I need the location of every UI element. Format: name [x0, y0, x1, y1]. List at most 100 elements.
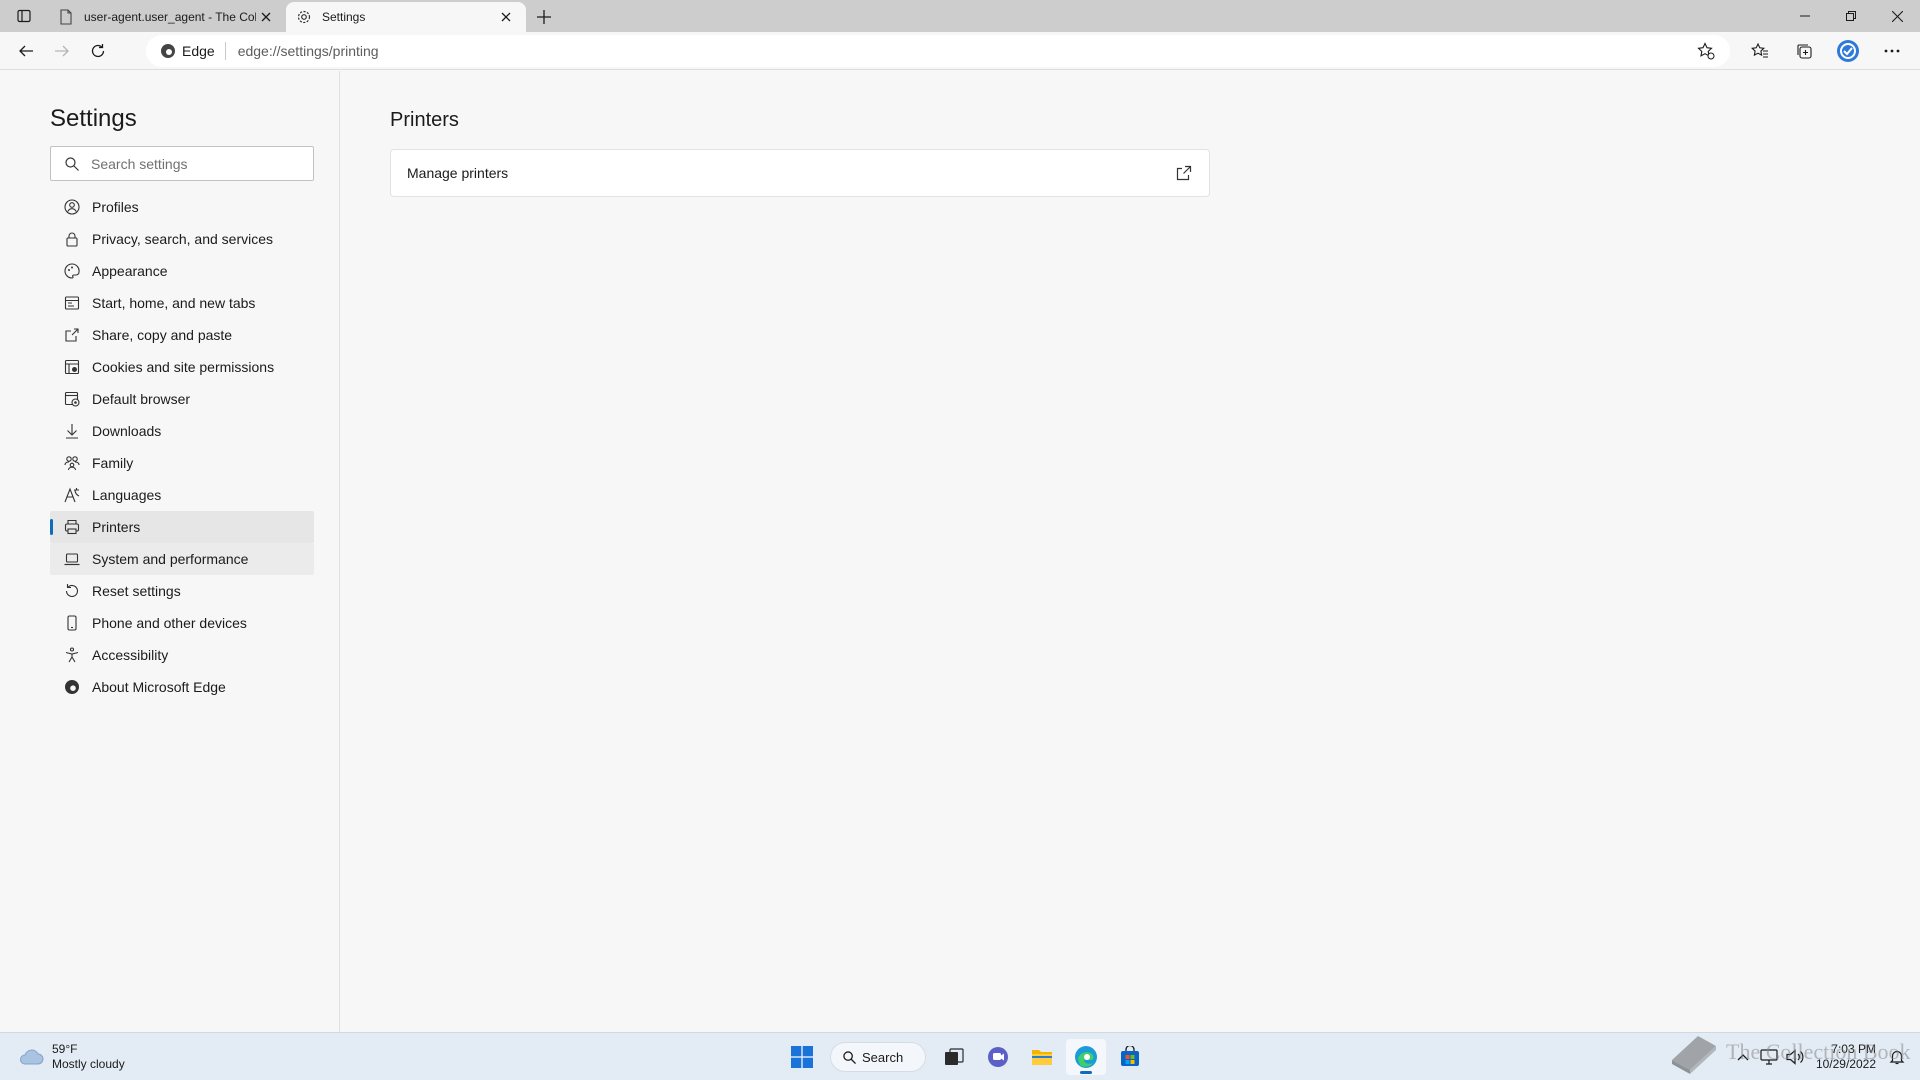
new-tab-button[interactable] — [526, 2, 562, 32]
sidebar-item-system[interactable]: System and performance — [50, 543, 314, 575]
settings-main: Printers Manage printers — [340, 71, 1920, 1032]
edge-icon — [161, 44, 175, 58]
plus-icon — [537, 10, 551, 24]
sidebar-item-about[interactable]: About Microsoft Edge — [50, 671, 314, 703]
page-title: Printers — [390, 109, 459, 131]
close-icon — [501, 12, 511, 22]
windows-taskbar: 59°F Mostly cloudy Search 7:03 PM 10/29/… — [0, 1032, 1920, 1080]
back-arrow-icon — [19, 45, 33, 56]
restore-icon — [1846, 11, 1856, 21]
collections-button[interactable] — [1786, 35, 1822, 67]
url-text[interactable]: edge://settings/printing — [226, 43, 379, 59]
forward-arrow-icon — [55, 45, 69, 56]
weather-widget[interactable]: 59°F Mostly cloudy — [18, 1042, 125, 1072]
minimize-button[interactable] — [1782, 0, 1828, 32]
sidebar-item-label: Phone and other devices — [92, 615, 247, 631]
sidebar-item-privacy[interactable]: Privacy, search, and services — [50, 223, 314, 255]
task-view-icon — [945, 1048, 964, 1065]
search-icon — [843, 1050, 856, 1064]
close-icon — [261, 12, 271, 22]
edge-taskbar-button[interactable] — [1066, 1039, 1106, 1075]
watermark: The Collection Book — [1668, 1030, 1911, 1074]
site-label: Edge — [182, 43, 215, 59]
sidebar-item-profiles[interactable]: Profiles — [50, 191, 314, 223]
sidebar-item-appearance[interactable]: Appearance — [50, 255, 314, 287]
download-icon — [64, 423, 80, 439]
sidebar-item-family[interactable]: Family — [50, 447, 314, 479]
sidebar-item-label: Cookies and site permissions — [92, 359, 275, 375]
search-input[interactable] — [91, 155, 291, 172]
tab-strip: user-agent.user_agent - The Coll Setting… — [0, 0, 1920, 32]
appearance-icon — [64, 263, 80, 279]
site-identity[interactable]: Edge — [160, 42, 226, 60]
toolbar-right — [1734, 35, 1910, 67]
search-box[interactable] — [50, 146, 314, 181]
family-icon — [64, 455, 80, 471]
tab-actions-menu-button[interactable] — [0, 0, 48, 32]
sidebar-item-accessibility[interactable]: Accessibility — [50, 639, 314, 671]
manage-printers-card[interactable]: Manage printers — [390, 149, 1210, 197]
refresh-button[interactable] — [80, 35, 116, 67]
add-favorite-button[interactable] — [1696, 41, 1716, 61]
close-tab-button[interactable] — [496, 7, 516, 27]
tab-user-agent[interactable]: user-agent.user_agent - The Coll — [48, 2, 286, 32]
address-bar[interactable]: Edge edge://settings/printing — [146, 35, 1730, 67]
sidebar-item-label: Privacy, search, and services — [92, 231, 274, 247]
cloud-icon — [20, 1049, 44, 1065]
sidebar-item-label: Reset settings — [92, 583, 181, 599]
sidebar-item-label: Printers — [92, 519, 141, 535]
sidebar-item-label: Appearance — [92, 263, 168, 279]
teams-chat-button[interactable] — [978, 1039, 1018, 1075]
profile-button[interactable] — [1830, 35, 1866, 67]
sidebar-item-phone[interactable]: Phone and other devices — [50, 607, 314, 639]
sidebar-item-languages[interactable]: Languages — [50, 479, 314, 511]
start-button[interactable] — [782, 1039, 822, 1075]
window-controls — [1782, 0, 1920, 32]
taskbar-search-button[interactable]: Search — [830, 1042, 926, 1072]
default-browser-icon — [64, 391, 80, 407]
sidebar-item-reset[interactable]: Reset settings — [50, 575, 314, 607]
settings-more-button[interactable] — [1874, 35, 1910, 67]
sidebar-item-label: Start, home, and new tabs — [92, 295, 256, 311]
edge-icon — [64, 679, 80, 695]
sidebar-item-default-browser[interactable]: Default browser — [50, 383, 314, 415]
windows-logo-icon — [791, 1046, 813, 1068]
forward-button[interactable] — [44, 35, 80, 67]
back-button[interactable] — [8, 35, 44, 67]
refresh-icon — [91, 43, 105, 57]
laptop-icon — [64, 551, 80, 567]
sidebar-item-label: Default browser — [92, 391, 191, 407]
book-icon — [1672, 1036, 1716, 1074]
profile-icon — [64, 199, 80, 215]
tab-title: user-agent.user_agent - The Coll — [84, 10, 256, 24]
search-icon — [65, 156, 79, 171]
gear-icon — [296, 9, 312, 25]
page-icon — [58, 9, 74, 25]
watermark-text: The Collection Book — [1726, 1039, 1911, 1064]
sidebar-title: Settings — [50, 105, 137, 132]
sidebar-item-start-home[interactable]: Start, home, and new tabs — [50, 287, 314, 319]
close-window-button[interactable] — [1874, 0, 1920, 32]
sidebar-item-share[interactable]: Share, copy and paste — [50, 319, 314, 351]
microsoft-store-button[interactable] — [1110, 1039, 1150, 1075]
restore-button[interactable] — [1828, 0, 1874, 32]
close-tab-button[interactable] — [256, 7, 276, 27]
printer-icon — [64, 519, 80, 535]
minimize-icon — [1800, 15, 1810, 17]
file-explorer-button[interactable] — [1022, 1039, 1062, 1075]
chat-icon — [988, 1047, 1008, 1067]
tab-settings[interactable]: Settings — [286, 2, 526, 32]
sidebar-item-cookies[interactable]: Cookies and site permissions — [50, 351, 314, 383]
tab-title: Settings — [322, 10, 366, 24]
favorites-button[interactable] — [1742, 35, 1778, 67]
collections-icon — [1797, 44, 1812, 59]
sidebar-item-downloads[interactable]: Downloads — [50, 415, 314, 447]
sidebar-item-label: Accessibility — [92, 647, 169, 663]
profile-avatar-icon — [1837, 40, 1859, 62]
taskbar-apps: Search — [780, 1039, 1152, 1075]
weather-desc: Mostly cloudy — [52, 1057, 125, 1071]
sidebar-item-label: Downloads — [92, 423, 162, 439]
task-view-button[interactable] — [934, 1039, 974, 1075]
sidebar-item-printers[interactable]: Printers — [50, 511, 314, 543]
more-dots-icon — [1884, 49, 1900, 53]
